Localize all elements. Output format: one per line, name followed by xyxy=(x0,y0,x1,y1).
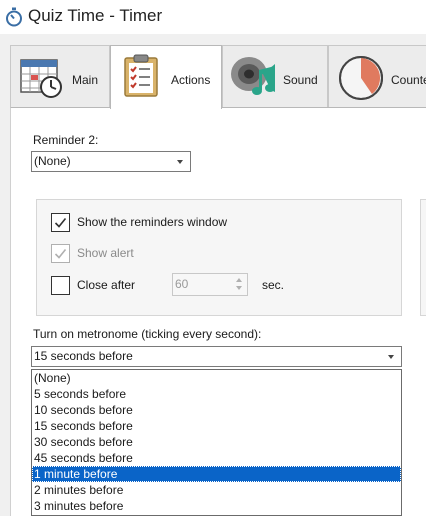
dropdown-option[interactable]: 45 seconds before xyxy=(32,450,401,466)
calendar-clock-icon xyxy=(20,59,62,98)
dropdown-option[interactable]: 10 seconds before xyxy=(32,402,401,418)
reminder2-combo[interactable]: (None) xyxy=(31,151,191,172)
dropdown-option[interactable]: 3 minutes before xyxy=(32,498,401,514)
tab-counter[interactable]: Counter xyxy=(328,45,426,108)
close-after-label: Close after xyxy=(77,278,136,292)
close-after-checkbox[interactable] xyxy=(51,276,70,295)
spin-down-icon[interactable] xyxy=(236,286,242,290)
tab-sound[interactable]: Sound xyxy=(222,45,328,108)
close-after-spinner[interactable]: 60 xyxy=(172,273,248,296)
checkmark-icon xyxy=(54,217,67,228)
checkmark-icon xyxy=(54,248,67,259)
metronome-value: 15 seconds before xyxy=(34,349,133,363)
chevron-down-icon xyxy=(388,355,394,359)
show-alert-label: Show alert xyxy=(77,246,134,260)
show-alert-checkbox[interactable] xyxy=(51,244,70,263)
close-after-unit: sec. xyxy=(262,278,285,292)
dropdown-option[interactable]: 2 minutes before xyxy=(32,482,401,498)
tab-counter-label: Counter xyxy=(391,73,426,87)
close-after-value: 60 xyxy=(175,277,189,291)
stopwatch-icon xyxy=(6,7,22,27)
spin-up-icon[interactable] xyxy=(236,278,242,282)
tab-sound-label: Sound xyxy=(283,73,318,87)
pie-timer-icon xyxy=(339,56,383,100)
show-reminders-checkbox[interactable] xyxy=(51,213,70,232)
metronome-label: Turn on metronome (ticking every second)… xyxy=(33,327,262,341)
tab-main-label: Main xyxy=(72,73,99,87)
metronome-dropdown-list: (None) 5 seconds before 10 seconds befor… xyxy=(31,369,402,516)
show-reminders-label: Show the reminders window xyxy=(77,215,228,229)
metronome-combo[interactable]: 15 seconds before xyxy=(31,346,402,367)
side-group xyxy=(420,199,426,316)
tab-actions-label: Actions xyxy=(171,73,211,87)
window-title: Quiz Time - Timer xyxy=(28,6,163,25)
dropdown-option[interactable]: 15 seconds before xyxy=(32,418,401,434)
dropdown-option-highlighted[interactable]: 1 minute before xyxy=(32,466,401,482)
chevron-down-icon xyxy=(177,160,183,164)
reminder2-label: Reminder 2: xyxy=(33,133,99,147)
tab-actions[interactable]: Actions xyxy=(110,45,222,109)
dropdown-option[interactable]: 30 seconds before xyxy=(32,434,401,450)
clipboard-checklist-icon xyxy=(124,54,158,97)
reminder2-value: (None) xyxy=(34,154,71,168)
speaker-music-icon xyxy=(231,57,275,95)
dropdown-option[interactable]: 5 seconds before xyxy=(32,386,401,402)
dropdown-option[interactable]: (None) xyxy=(32,370,401,386)
tab-main[interactable]: Main xyxy=(10,45,110,108)
